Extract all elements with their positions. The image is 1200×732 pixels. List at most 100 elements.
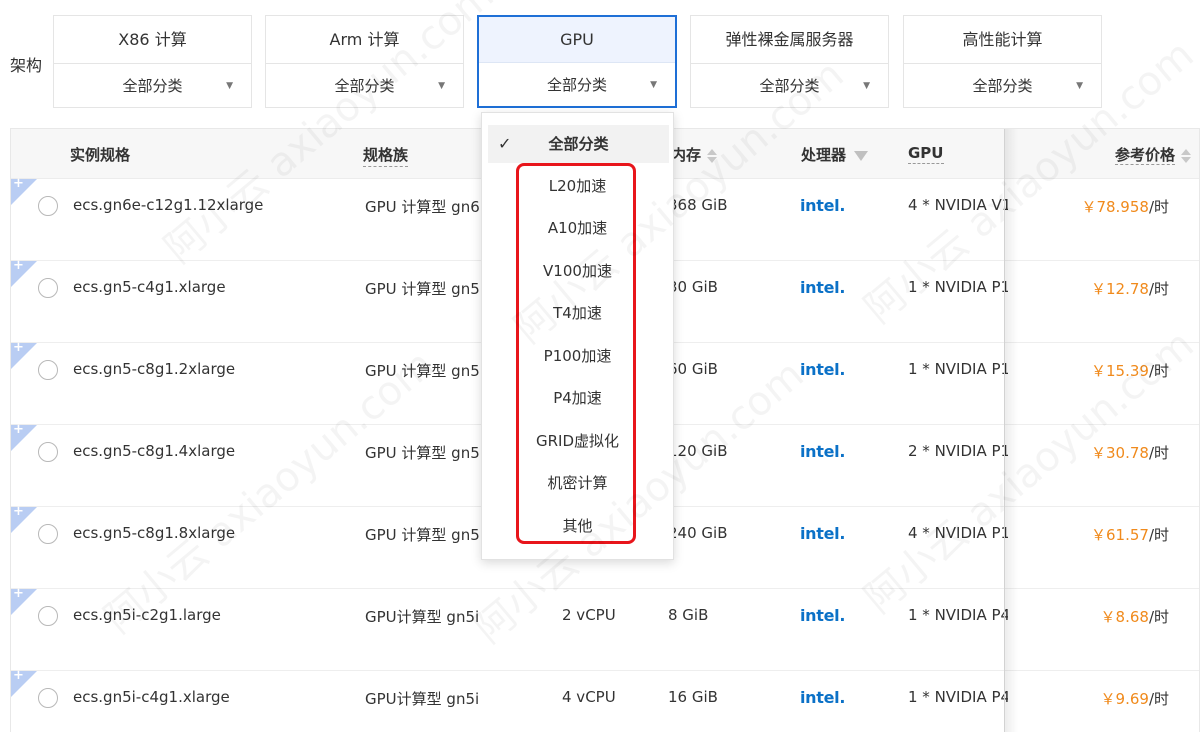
category-dropdown: ✓ 全部分类 L20加速 A10加速 V100加速 T4加速 P100加速 P4…: [481, 112, 674, 560]
table-row[interactable]: + ecs.gn5i-c2g1.large GPU计算型 gn5i 2 vCPU…: [11, 586, 1199, 671]
cell-spec: ecs.gn6e-c12g1.12xlarge: [73, 196, 264, 214]
intel-logo: intel.: [800, 442, 846, 461]
plus-icon: +: [13, 668, 24, 683]
category-select-value: 全部分类: [334, 77, 395, 95]
caret-down-icon: ▼: [650, 80, 657, 90]
row-radio[interactable]: [38, 606, 58, 626]
category-select-value: 全部分类: [972, 77, 1033, 95]
cell-vcpu: 2 vCPU: [562, 606, 616, 624]
dropdown-option[interactable]: GRID虚拟化: [482, 420, 673, 462]
dropdown-option[interactable]: P4加速: [482, 377, 673, 419]
arch-card-title[interactable]: GPU: [479, 17, 675, 63]
caret-down-icon: ▼: [1076, 81, 1083, 91]
price-value: ￥30.78: [1090, 444, 1149, 462]
header-memory[interactable]: 内存: [671, 144, 718, 165]
cell-memory: 120 GiB: [668, 442, 728, 460]
dropdown-option[interactable]: 机密计算: [482, 462, 673, 504]
category-select[interactable]: 全部分类 ▼: [904, 64, 1101, 108]
dropdown-option-label: 全部分类: [548, 135, 609, 153]
header-family[interactable]: 规格族: [363, 144, 409, 167]
price-unit: /时: [1148, 690, 1169, 708]
header-price-label: 参考价格: [1114, 146, 1175, 165]
price-unit: /时: [1148, 362, 1169, 380]
intel-logo: intel.: [800, 524, 846, 543]
cell-gpu: 4 * NVIDIA V1: [908, 196, 1008, 214]
row-radio[interactable]: [38, 278, 58, 298]
price-value: ￥8.68: [1100, 608, 1149, 626]
cell-spec: ecs.gn5-c8g1.2xlarge: [73, 360, 236, 378]
table-row[interactable]: + ecs.gn5i-c4g1.xlarge GPU计算型 gn5i 4 vCP…: [11, 668, 1199, 732]
cell-gpu: 1 * NVIDIA P4: [908, 688, 1008, 706]
cell-price: ￥30.78/时: [1091, 442, 1169, 463]
caret-down-icon: ▼: [863, 81, 870, 91]
header-price[interactable]: 参考价格: [1114, 144, 1191, 165]
row-radio[interactable]: [38, 442, 58, 462]
cell-gpu: 2 * NVIDIA P1: [908, 442, 1008, 460]
header-spec: 实例规格: [70, 146, 131, 164]
cell-memory: 368 GiB: [668, 196, 728, 214]
check-icon: ✓: [498, 134, 512, 153]
row-radio[interactable]: [38, 360, 58, 380]
price-value: ￥12.78: [1090, 280, 1149, 298]
filter-icon[interactable]: [854, 150, 869, 161]
sort-icon[interactable]: [707, 148, 718, 164]
price-value: ￥78.958: [1081, 198, 1149, 216]
arch-card-hpc[interactable]: 高性能计算 全部分类 ▼: [903, 15, 1102, 108]
cell-spec: ecs.gn5i-c2g1.large: [73, 606, 221, 624]
arch-card-gpu[interactable]: GPU 全部分类 ▼: [477, 15, 677, 108]
sort-icon[interactable]: [1181, 148, 1191, 164]
plus-icon: +: [13, 504, 24, 519]
plus-icon: +: [13, 258, 24, 273]
arch-card-x86[interactable]: X86 计算 全部分类 ▼: [53, 15, 252, 108]
plus-icon: +: [13, 586, 24, 601]
price-unit: /时: [1148, 526, 1169, 544]
cell-family: GPU计算型 gn5i: [365, 608, 480, 626]
dropdown-option[interactable]: V100加速: [482, 250, 673, 292]
cell-vcpu: 4 vCPU: [562, 688, 616, 706]
arch-card-bare-metal[interactable]: 弹性裸金属服务器 全部分类 ▼: [690, 15, 889, 108]
cell-gpu: 1 * NVIDIA P1: [908, 278, 1008, 296]
cell-price: ￥15.39/时: [1091, 360, 1169, 381]
cell-memory: 8 GiB: [668, 606, 709, 624]
row-radio[interactable]: [38, 524, 58, 544]
price-value: ￥15.39: [1090, 362, 1149, 380]
row-radio[interactable]: [38, 688, 58, 708]
category-select[interactable]: 全部分类 ▼: [479, 63, 675, 107]
cell-memory: 16 GiB: [668, 688, 718, 706]
row-radio[interactable]: [38, 196, 58, 216]
dropdown-option[interactable]: 其他: [482, 505, 673, 547]
dropdown-option[interactable]: A10加速: [482, 207, 673, 249]
price-value: ￥9.69: [1100, 690, 1149, 708]
cell-spec: ecs.gn5-c8g1.4xlarge: [73, 442, 236, 460]
cell-price: ￥9.69/时: [1101, 688, 1169, 709]
header-processor-label: 处理器: [801, 146, 847, 164]
category-select[interactable]: 全部分类 ▼: [54, 64, 251, 108]
arch-card-title[interactable]: 弹性裸金属服务器: [691, 16, 888, 64]
cell-family: GPU 计算型 gn6: [365, 198, 480, 216]
cell-price: ￥78.958/时: [1081, 196, 1169, 217]
dropdown-option-all[interactable]: ✓ 全部分类: [488, 125, 669, 163]
price-unit: /时: [1148, 280, 1169, 298]
dropdown-option[interactable]: T4加速: [482, 292, 673, 334]
caret-down-icon: ▼: [438, 81, 445, 91]
arch-card-title[interactable]: 高性能计算: [904, 16, 1101, 64]
dropdown-option[interactable]: P100加速: [482, 335, 673, 377]
cell-memory: 240 GiB: [668, 524, 728, 542]
arch-card-title[interactable]: Arm 计算: [266, 16, 463, 64]
category-select[interactable]: 全部分类 ▼: [266, 64, 463, 108]
cell-price: ￥12.78/时: [1091, 278, 1169, 299]
header-gpu[interactable]: GPU: [908, 144, 944, 164]
arch-card-title[interactable]: X86 计算: [54, 16, 251, 64]
cell-spec: ecs.gn5-c4g1.xlarge: [73, 278, 226, 296]
intel-logo: intel.: [800, 688, 846, 707]
plus-icon: +: [13, 340, 24, 355]
category-select-value: 全部分类: [759, 77, 820, 95]
cell-spec: ecs.gn5-c8g1.8xlarge: [73, 524, 236, 542]
price-value: ￥61.57: [1090, 526, 1149, 544]
arch-card-arm[interactable]: Arm 计算 全部分类 ▼: [265, 15, 464, 108]
dropdown-option[interactable]: L20加速: [482, 165, 673, 207]
intel-logo: intel.: [800, 196, 846, 215]
category-select[interactable]: 全部分类 ▼: [691, 64, 888, 108]
header-memory-label: 内存: [671, 146, 702, 164]
intel-logo: intel.: [800, 278, 846, 297]
